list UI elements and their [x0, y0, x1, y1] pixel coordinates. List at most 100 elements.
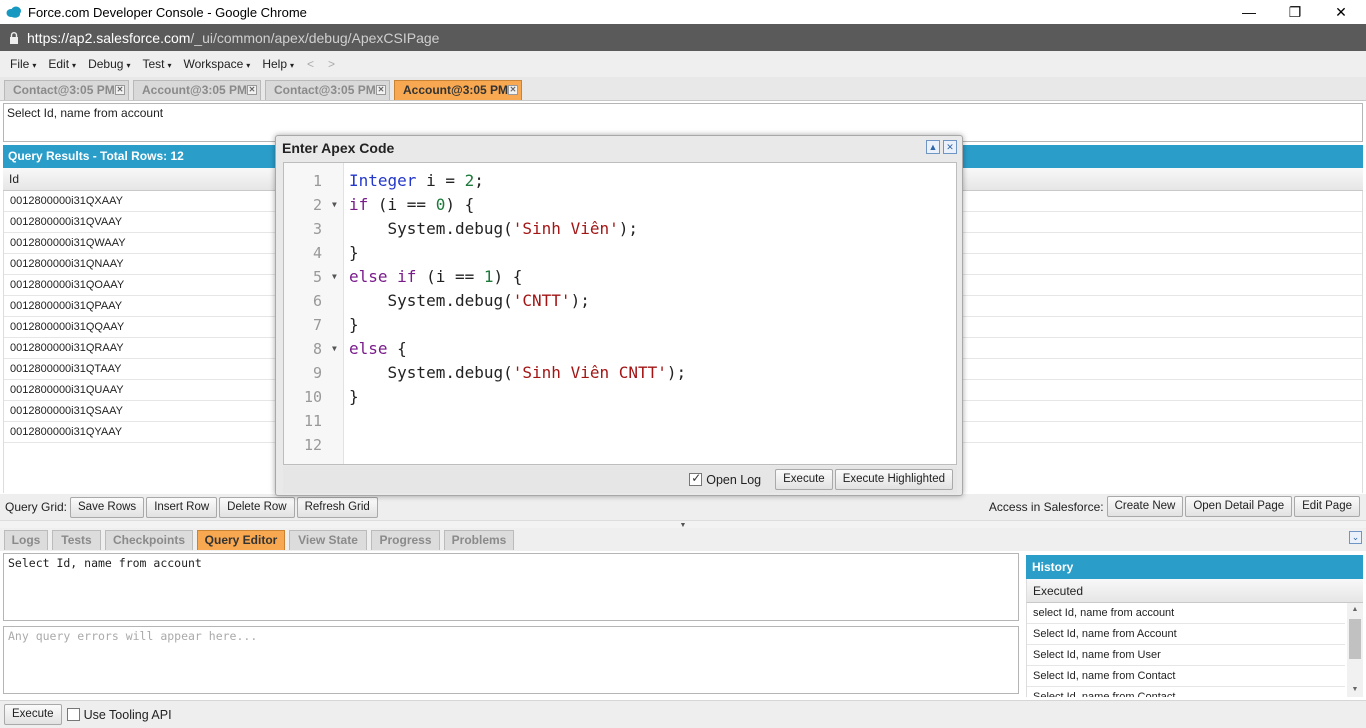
line-number: 5 — [312, 268, 322, 286]
caret-down-icon: ▾ — [32, 61, 37, 70]
history-row[interactable]: Select Id, name from Contact — [1027, 666, 1345, 687]
tab-tests[interactable]: Tests — [52, 530, 101, 550]
code-token: else if — [349, 267, 417, 286]
code-token: (i == — [368, 195, 436, 214]
history-header: History — [1026, 555, 1363, 579]
query-grid-label: Query Grid: — [5, 500, 68, 514]
file-tab-contact-2[interactable]: Contact@3:05 PM ✕ — [265, 80, 390, 100]
code-token: (i == — [416, 267, 484, 286]
caret-down-icon: ▾ — [246, 61, 251, 70]
code-line: } — [349, 387, 359, 406]
execute-query-button[interactable]: Execute — [4, 704, 62, 725]
menu-workspace[interactable]: Workspace ▾ — [177, 57, 256, 71]
open-log-checkbox[interactable] — [689, 471, 703, 486]
collapse-panel-icon[interactable]: ⌄ — [1349, 531, 1362, 544]
close-tab-icon[interactable]: ✕ — [247, 85, 257, 95]
scroll-down-icon[interactable]: ▼ — [1347, 683, 1363, 697]
nav-forward-button[interactable]: > — [321, 57, 342, 71]
history-row[interactable]: Select Id, name from Contact — [1027, 687, 1345, 697]
code-line: else if (i == 1) { — [349, 265, 522, 289]
menu-label: Workspace — [183, 57, 244, 71]
edit-page-button[interactable]: Edit Page — [1294, 496, 1360, 517]
line-number: 4 — [312, 244, 322, 262]
query-grid-toolbar: Query Grid: Save Rows Insert Row Delete … — [0, 494, 1366, 520]
menu-debug[interactable]: Debug ▾ — [82, 57, 136, 71]
tab-progress[interactable]: Progress — [371, 530, 440, 550]
code-token: 'Sinh Viên CNTT' — [512, 363, 667, 382]
caret-down-icon: ▾ — [72, 61, 77, 70]
save-rows-button[interactable]: Save Rows — [70, 496, 145, 518]
code-token: System.debug( — [349, 291, 513, 310]
line-number: 3 — [312, 220, 322, 238]
window-title: Force.com Developer Console - Google Chr… — [28, 4, 307, 20]
line-number: 11 — [303, 412, 322, 430]
menu-edit[interactable]: Edit ▾ — [42, 57, 82, 71]
file-tab-account-1[interactable]: Account@3:05 PM ✕ — [133, 80, 261, 100]
close-tab-icon[interactable]: ✕ — [508, 85, 518, 95]
tab-label: Account@3:05 PM — [142, 83, 248, 97]
code-token: ); — [666, 363, 687, 382]
history-scrollbar[interactable]: ▲ ▼ — [1347, 603, 1363, 697]
query-editor-textarea[interactable]: Select Id, name from account — [3, 553, 1019, 621]
tab-logs[interactable]: Logs — [4, 530, 48, 550]
history-column-executed[interactable]: Executed — [1026, 579, 1363, 603]
code-token: if — [349, 195, 369, 214]
code-line: if (i == 0) { — [349, 193, 474, 217]
code-token: 'Sinh Viên' — [512, 219, 619, 238]
close-tab-icon[interactable]: ✕ — [115, 85, 125, 95]
execute-highlighted-button[interactable]: Execute Highlighted — [834, 469, 953, 490]
use-tooling-api-checkbox[interactable] — [66, 708, 80, 721]
scrollbar-thumb[interactable] — [1349, 619, 1361, 659]
code-token: Integer — [349, 171, 417, 190]
code-line: System.debug('Sinh Viên CNTT'); — [349, 361, 687, 385]
panel-splitter[interactable]: ▼ — [0, 520, 1366, 529]
tab-checkpoints[interactable]: Checkpoints — [105, 530, 193, 550]
line-number: 8 — [312, 340, 322, 358]
code-line: else { — [349, 337, 407, 361]
file-tab-contact-1[interactable]: Contact@3:05 PM ✕ — [4, 80, 129, 100]
menu-bar: File ▾ Edit ▾ Debug ▾ Test ▾ Workspace ▾ Help… — [0, 51, 1366, 77]
url-path: /_ui/common/apex/debug/ApexCSIPage — [190, 29, 440, 46]
scroll-up-icon[interactable]: ▲ — [1347, 603, 1363, 617]
open-detail-page-button[interactable]: Open Detail Page — [1185, 496, 1293, 517]
address-bar[interactable]: https://ap2.salesforce.com/_ui/common/ap… — [0, 24, 1366, 51]
line-number: 6 — [312, 292, 322, 310]
restore-button[interactable]: ❐ — [1272, 0, 1318, 24]
create-new-button[interactable]: Create New — [1106, 496, 1184, 517]
delete-row-button[interactable]: Delete Row — [219, 496, 295, 518]
close-icon: ✕ — [1335, 3, 1347, 20]
file-tab-account-active[interactable]: Account@3:05 PM ✕ — [394, 80, 522, 100]
close-dialog-icon[interactable]: ✕ — [943, 140, 957, 154]
code-line: System.debug('CNTT'); — [349, 289, 590, 313]
tab-view-state[interactable]: View State — [289, 530, 367, 550]
tab-query-editor[interactable]: Query Editor — [197, 530, 285, 550]
access-in-salesforce-label: Access in Salesforce: — [988, 499, 1104, 514]
query-editor-footer: Execute Use Tooling API — [0, 700, 1366, 728]
refresh-grid-button[interactable]: Refresh Grid — [296, 496, 378, 518]
close-tab-icon[interactable]: ✕ — [376, 85, 386, 95]
close-window-button[interactable]: ✕ — [1318, 0, 1364, 24]
menu-file[interactable]: File ▾ — [4, 57, 42, 71]
code-token: System.debug( — [349, 219, 513, 238]
execute-button[interactable]: Execute — [775, 469, 833, 490]
fold-arrow-icon[interactable]: ▼ — [332, 265, 337, 289]
caret-down-icon: ▾ — [290, 61, 295, 70]
nav-back-button[interactable]: < — [300, 57, 321, 71]
apex-code-editor[interactable]: 1 2 ▼ 3 4 5 ▼ 6 7 8 ▼ 9 10 11 12 Integer i … — [283, 162, 957, 465]
history-row[interactable]: Select Id, name from Account — [1027, 624, 1345, 645]
history-row[interactable]: select Id, name from account — [1027, 603, 1345, 624]
maximize-dialog-icon[interactable]: ▲ — [926, 140, 940, 154]
line-number: 10 — [303, 388, 322, 406]
history-row[interactable]: Select Id, name from User — [1027, 645, 1345, 666]
minimize-button[interactable]: — — [1226, 0, 1272, 24]
code-token: 0 — [435, 195, 446, 214]
code-token: 'CNTT' — [512, 291, 571, 310]
url-host: https://ap2.salesforce.com — [27, 29, 191, 46]
fold-arrow-icon[interactable]: ▼ — [332, 337, 337, 361]
line-number: 7 — [312, 316, 322, 334]
menu-help[interactable]: Help ▾ — [256, 57, 300, 71]
menu-test[interactable]: Test ▾ — [136, 57, 177, 71]
tab-problems[interactable]: Problems — [444, 530, 514, 550]
insert-row-button[interactable]: Insert Row — [146, 496, 218, 518]
fold-arrow-icon[interactable]: ▼ — [332, 193, 337, 217]
